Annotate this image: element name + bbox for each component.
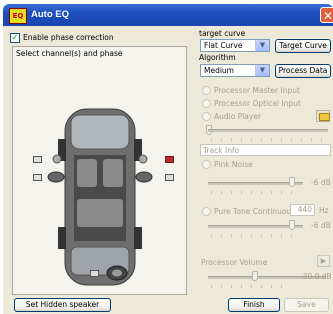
- track-info-field: Track Info: [200, 144, 331, 156]
- chevron-down-icon: ▼: [255, 65, 269, 76]
- finish-button[interactable]: Finish: [228, 298, 280, 312]
- target-curve-button[interactable]: Target Curve: [275, 39, 331, 53]
- pure-tone-level-value: -6 dB: [311, 221, 331, 230]
- target-curve-label: target curve: [199, 29, 246, 38]
- pink-noise-radio[interactable]: [202, 160, 211, 169]
- folder-icon: [319, 113, 330, 121]
- slider-ticks: [211, 138, 325, 141]
- processor-optical-input-radio[interactable]: [202, 99, 211, 108]
- processor-volume-value: -30.0 dB: [300, 272, 332, 281]
- slider-ticks: [211, 191, 301, 194]
- pure-tone-radio[interactable]: [202, 207, 211, 216]
- pink-noise-label: Pink Noise: [214, 160, 253, 169]
- enable-phase-checkbox[interactable]: ✓: [10, 33, 20, 43]
- algorithm-label: Algorithm: [199, 53, 236, 62]
- processor-optical-input-label: Processor Optical Input: [214, 99, 301, 108]
- processor-master-input-label: Processor Master Input: [214, 86, 300, 95]
- chevron-down-icon: ▼: [255, 40, 269, 51]
- volume-popup-button[interactable]: ▶: [317, 255, 330, 267]
- close-button[interactable]: ✕: [320, 7, 333, 23]
- window-title: Auto EQ: [31, 9, 69, 20]
- pure-tone-level-slider[interactable]: [289, 220, 295, 230]
- algorithm-select[interactable]: Medium ▼: [200, 64, 270, 77]
- subwoofer-button[interactable]: [90, 270, 99, 277]
- processor-volume-slider[interactable]: [252, 271, 258, 281]
- target-curve-select[interactable]: Flat Curve ▼: [200, 39, 270, 52]
- audio-player-label: Audio Player: [214, 112, 262, 121]
- pure-tone-unit: Hz: [319, 206, 329, 215]
- set-hidden-speaker-button[interactable]: Set Hidden speaker: [14, 298, 111, 312]
- enable-phase-label: Enable phase correction: [23, 33, 114, 42]
- slider-ticks: [211, 285, 291, 288]
- open-folder-button[interactable]: [316, 110, 330, 122]
- processor-master-input-radio[interactable]: [202, 86, 211, 95]
- dialog-body: ✓ Enable phase correction Select channel…: [3, 26, 333, 314]
- pure-tone-frequency-input[interactable]: 440: [290, 204, 315, 216]
- channel-selector-panel[interactable]: Select channel(s) and phase: [12, 46, 187, 295]
- front-left-woofer-button[interactable]: [33, 174, 42, 181]
- audio-player-slider-track: [208, 129, 328, 132]
- slider-ticks: [211, 234, 301, 237]
- pure-tone-label: Pure Tone Continuous: [214, 207, 296, 216]
- front-right-tweeter-button[interactable]: [165, 156, 174, 163]
- algorithm-value: Medium: [204, 66, 234, 75]
- app-logo-icon: EQ: [9, 8, 27, 24]
- audio-player-radio[interactable]: [202, 112, 211, 121]
- target-curve-value: Flat Curve: [204, 41, 243, 50]
- pink-noise-level-value: -6 dB: [311, 178, 331, 187]
- title-bar: EQ Auto EQ ✕: [3, 4, 333, 26]
- front-left-tweeter-button[interactable]: [33, 156, 42, 163]
- pink-noise-level-slider[interactable]: [289, 177, 295, 187]
- processor-volume-label: Processor Volume: [201, 258, 268, 267]
- front-right-woofer-button[interactable]: [165, 174, 174, 181]
- process-data-button[interactable]: Process Data: [275, 64, 331, 78]
- save-button[interactable]: Save: [284, 298, 329, 312]
- car-top-view-image: [47, 108, 153, 286]
